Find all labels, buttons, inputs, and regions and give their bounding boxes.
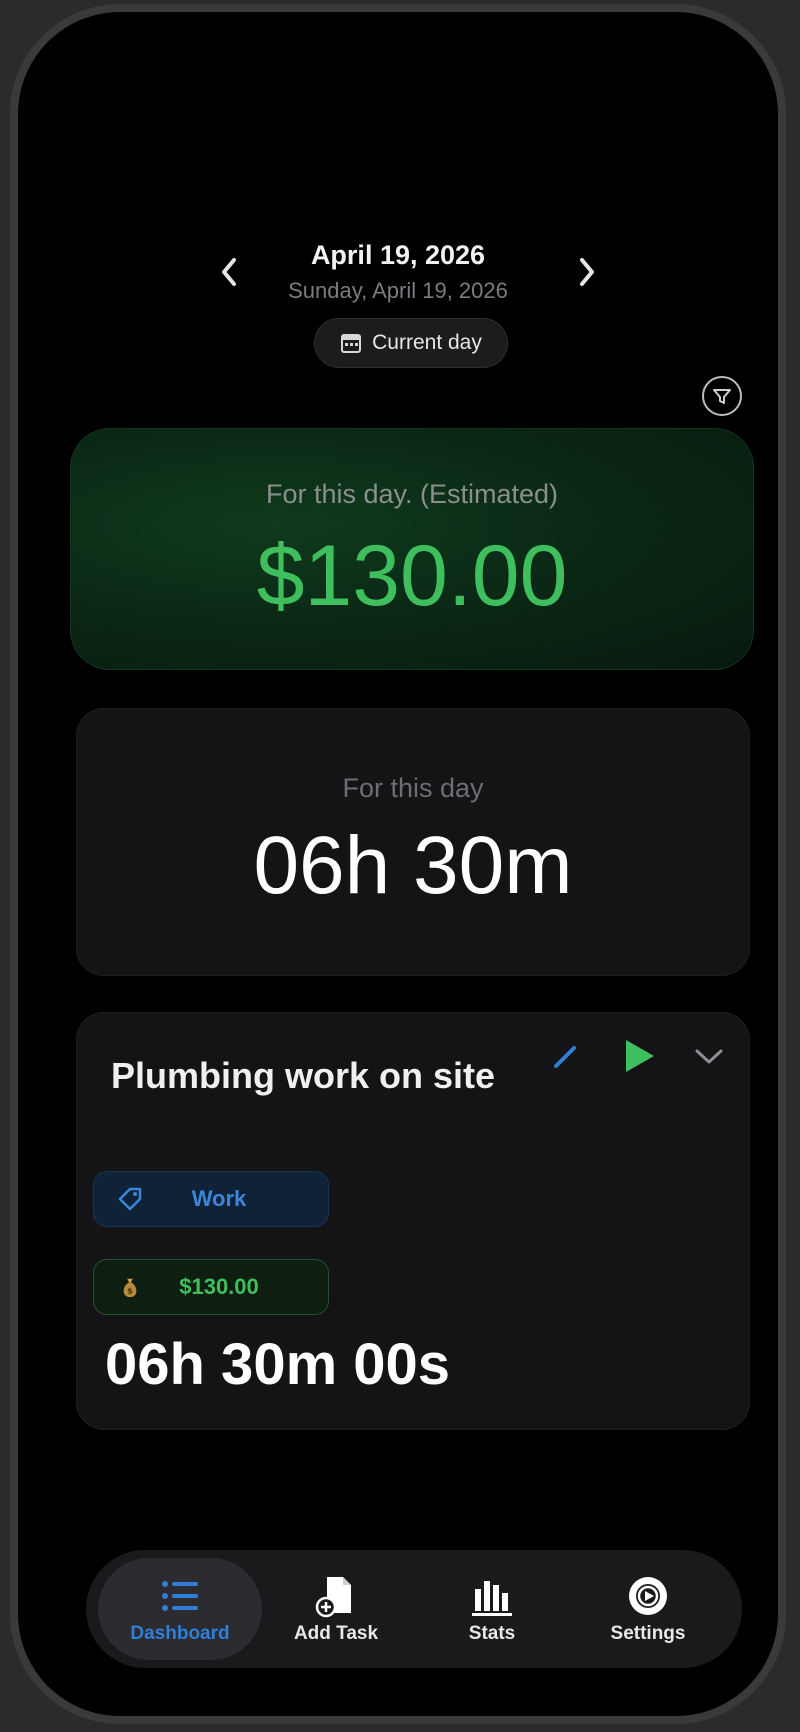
calendar-icon xyxy=(341,334,362,353)
category-label: Work xyxy=(191,1186,247,1211)
tab-settings[interactable]: Settings xyxy=(566,1558,730,1660)
amount-label: $130.00 xyxy=(179,1274,259,1299)
chevron-right-icon xyxy=(580,258,594,286)
app-screen: April 19, 2026 Sunday, April 19, 2026 Cu… xyxy=(18,12,778,1716)
edit-task-button[interactable] xyxy=(545,1037,585,1077)
svg-text:$: $ xyxy=(127,1285,133,1295)
amount-chip: $ $130.00 xyxy=(93,1259,329,1315)
current-day-label: Current day xyxy=(372,331,482,354)
add-document-icon xyxy=(315,1577,351,1618)
device-frame: April 19, 2026 Sunday, April 19, 2026 Cu… xyxy=(10,4,786,1724)
earnings-label: For this day. (Estimated) xyxy=(265,479,559,509)
tab-stats-label: Stats xyxy=(468,1623,516,1644)
time-total-card: For this day 06h 30m xyxy=(76,708,750,976)
play-icon xyxy=(626,1040,654,1072)
earnings-value: $130.00 xyxy=(256,528,568,624)
chevron-down-icon xyxy=(695,1049,723,1064)
current-day-button[interactable]: Current day xyxy=(314,318,508,368)
settings-icon xyxy=(629,1577,667,1615)
tab-bar: Dashboard Add Task Stats Settings xyxy=(86,1550,742,1668)
tag-icon xyxy=(110,1186,150,1212)
money-bag-icon: $ xyxy=(110,1275,150,1299)
pencil-icon xyxy=(554,1046,576,1068)
date-title: April 19, 2026 xyxy=(310,240,486,270)
estimated-earnings-card: For this day. (Estimated) $130.00 xyxy=(70,428,754,670)
list-icon xyxy=(162,1581,198,1611)
tab-add-task-label: Add Task xyxy=(293,1623,379,1644)
filter-icon xyxy=(713,389,731,404)
category-chip[interactable]: Work xyxy=(93,1171,329,1227)
tab-dashboard-label: Dashboard xyxy=(130,1623,230,1644)
task-card[interactable]: Plumbing work on site Work $ $130.00 06h… xyxy=(76,1012,750,1430)
tab-dashboard[interactable]: Dashboard xyxy=(98,1558,262,1660)
date-subtitle: Sunday, April 19, 2026 xyxy=(288,278,508,303)
tab-stats[interactable]: Stats xyxy=(410,1558,574,1660)
task-elapsed-time: 06h 30m 00s xyxy=(105,1332,451,1397)
filter-button[interactable] xyxy=(702,376,742,416)
time-value: 06h 30m xyxy=(253,820,573,911)
task-title: Plumbing work on site xyxy=(111,1055,496,1096)
start-timer-button[interactable] xyxy=(615,1033,661,1079)
bar-chart-icon xyxy=(472,1581,512,1616)
expand-task-button[interactable] xyxy=(689,1037,729,1077)
time-label: For this day xyxy=(342,773,484,803)
date-navigator: April 19, 2026 Sunday, April 19, 2026 xyxy=(18,232,778,312)
tab-add-task[interactable]: Add Task xyxy=(254,1558,418,1660)
next-day-button[interactable] xyxy=(572,252,602,292)
tab-settings-label: Settings xyxy=(610,1623,686,1644)
